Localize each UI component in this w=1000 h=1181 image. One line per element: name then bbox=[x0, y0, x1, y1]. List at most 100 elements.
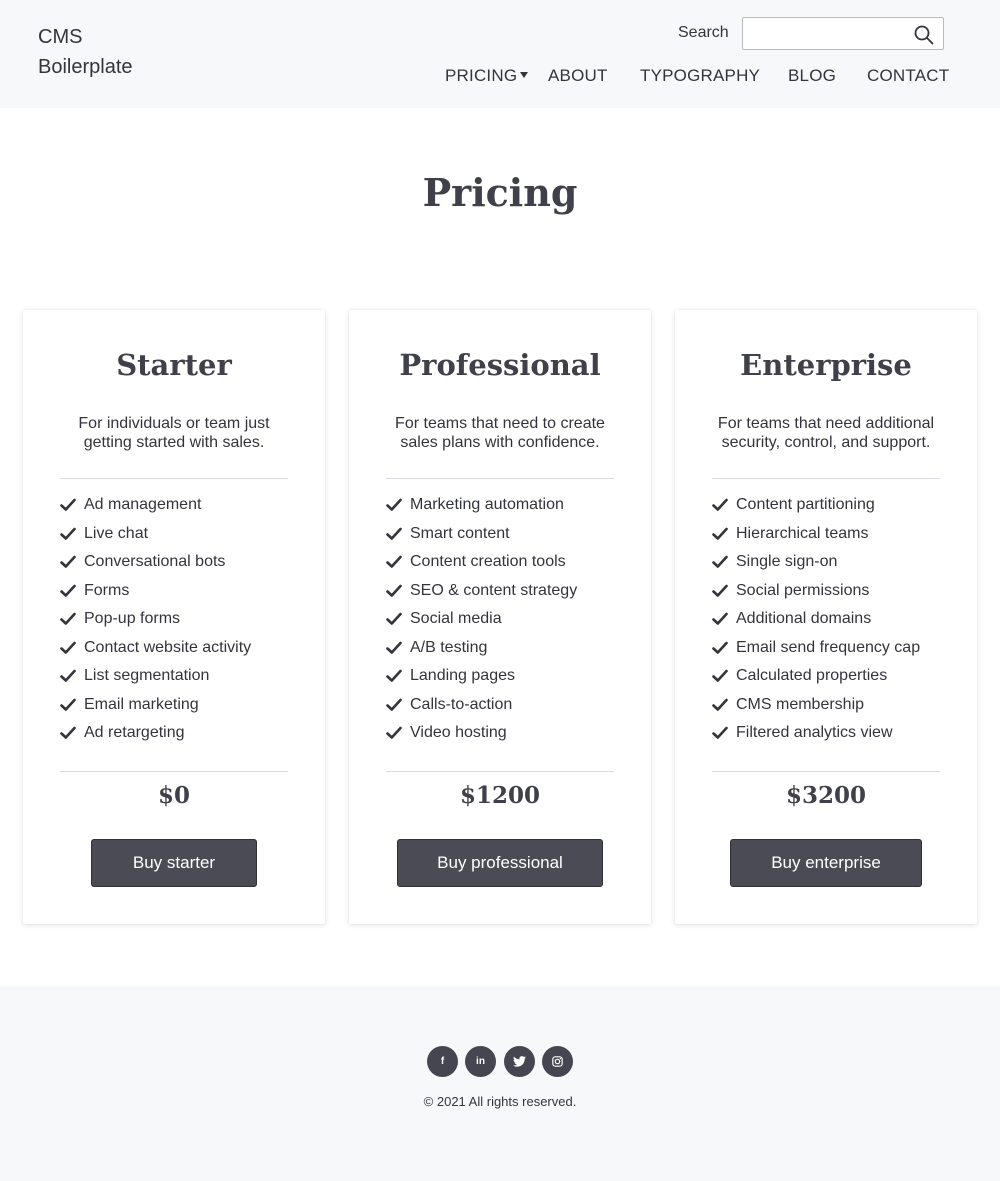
search-box[interactable] bbox=[742, 17, 944, 50]
feature-item: Smart content bbox=[386, 520, 626, 549]
nav-item-pricing[interactable]: PRICING bbox=[445, 66, 529, 86]
search-input[interactable] bbox=[749, 23, 909, 45]
check-icon bbox=[712, 726, 728, 740]
feature-label: CMS membership bbox=[736, 695, 865, 713]
check-icon bbox=[712, 527, 728, 540]
check-icon bbox=[60, 641, 76, 654]
feature-item: Social permissions bbox=[712, 577, 952, 606]
feature-label: Social media bbox=[410, 610, 502, 628]
feature-label: Filtered analytics view bbox=[736, 724, 893, 742]
divider bbox=[712, 771, 940, 772]
divider bbox=[60, 478, 288, 479]
search-label: Search bbox=[678, 24, 729, 41]
plan-card-professional: Professional For teams that need to crea… bbox=[349, 310, 651, 924]
feature-label: Calculated properties bbox=[736, 667, 888, 685]
feature-item: Ad management bbox=[60, 491, 300, 520]
feature-label: Email marketing bbox=[84, 695, 199, 713]
check-icon bbox=[712, 584, 728, 597]
feature-label: Content partitioning bbox=[736, 496, 875, 514]
buy-starter-button[interactable]: Buy starter bbox=[91, 839, 257, 887]
check-icon bbox=[386, 641, 402, 654]
feature-item: A/B testing bbox=[386, 634, 626, 663]
check-icon bbox=[712, 612, 728, 626]
plan-description: For teams that need to create sales plan… bbox=[395, 415, 605, 451]
feature-item: Content partitioning bbox=[712, 491, 952, 520]
divider bbox=[386, 478, 614, 479]
feature-item: Content creation tools bbox=[386, 548, 626, 577]
feature-label: Hierarchical teams bbox=[736, 524, 869, 542]
feature-item: SEO & content strategy bbox=[386, 577, 626, 606]
divider bbox=[386, 771, 614, 772]
feature-label: Live chat bbox=[84, 524, 149, 542]
feature-label: Ad management bbox=[84, 496, 202, 514]
twitter-bird-icon bbox=[513, 1056, 526, 1067]
feature-label: Ad retargeting bbox=[84, 724, 185, 742]
nav-item-label: PRICING bbox=[445, 66, 518, 85]
check-icon bbox=[60, 527, 76, 540]
feature-label: Conversational bots bbox=[84, 553, 226, 571]
plan-title: Enterprise bbox=[740, 348, 912, 382]
feature-item: List segmentation bbox=[60, 662, 300, 691]
buy-enterprise-button[interactable]: Buy enterprise bbox=[730, 839, 922, 887]
nav-item-contact[interactable]: CONTACT bbox=[867, 66, 949, 86]
check-icon bbox=[386, 498, 402, 512]
twitter-icon[interactable] bbox=[504, 1046, 535, 1077]
feature-label: List segmentation bbox=[84, 667, 210, 685]
feature-label: Single sign-on bbox=[736, 553, 838, 571]
plan-description: For teams that need additional security,… bbox=[717, 415, 935, 451]
feature-item: Marketing automation bbox=[386, 491, 626, 520]
feature-item: Email marketing bbox=[60, 691, 300, 720]
feature-label: SEO & content strategy bbox=[410, 581, 578, 599]
plan-card-starter: Starter For individuals or team just get… bbox=[23, 310, 325, 924]
feature-item: Calls-to-action bbox=[386, 691, 626, 720]
feature-item: Email send frequency cap bbox=[712, 634, 952, 663]
feature-label: Forms bbox=[84, 581, 130, 599]
feature-item: Additional domains bbox=[712, 605, 952, 634]
linkedin-icon[interactable]: in bbox=[465, 1046, 496, 1077]
plan-price: $3200 bbox=[785, 782, 867, 809]
linkedin-glyph: in bbox=[476, 1056, 485, 1067]
buy-professional-button[interactable]: Buy professional bbox=[397, 839, 603, 887]
feature-label: Content creation tools bbox=[410, 553, 566, 571]
feature-label: Pop-up forms bbox=[84, 610, 181, 628]
nav-item-blog[interactable]: BLOG bbox=[788, 66, 836, 86]
check-icon bbox=[712, 641, 728, 654]
feature-item: Single sign-on bbox=[712, 548, 952, 577]
feature-item: Landing pages bbox=[386, 662, 626, 691]
site-footer: f in © 2021 All rights reserved. bbox=[0, 986, 1000, 1181]
site-header: CMS Boilerplate Search PRICING ABOUT TYP… bbox=[0, 0, 1000, 108]
facebook-icon[interactable]: f bbox=[427, 1046, 458, 1077]
feature-label: Social permissions bbox=[736, 581, 870, 599]
check-icon bbox=[712, 555, 728, 569]
nav-item-about[interactable]: ABOUT bbox=[548, 66, 608, 86]
feature-item: Live chat bbox=[60, 520, 300, 549]
instagram-icon[interactable] bbox=[542, 1046, 573, 1077]
check-icon bbox=[386, 584, 402, 597]
feature-item: Filtered analytics view bbox=[712, 719, 952, 748]
plan-title: Professional bbox=[399, 348, 601, 382]
check-icon bbox=[386, 612, 402, 626]
check-icon bbox=[60, 612, 76, 626]
plan-price: $1200 bbox=[459, 782, 541, 809]
nav-item-typography[interactable]: TYPOGRAPHY bbox=[640, 66, 760, 86]
check-icon bbox=[386, 698, 402, 711]
check-icon bbox=[60, 698, 76, 711]
check-icon bbox=[712, 498, 728, 512]
feature-label: Additional domains bbox=[736, 610, 872, 628]
feature-item: Video hosting bbox=[386, 719, 626, 748]
feature-item: Ad retargeting bbox=[60, 719, 300, 748]
page-title: Pricing bbox=[422, 170, 578, 215]
plan-title: Starter bbox=[116, 348, 232, 382]
plan-description: For individuals or team just getting sta… bbox=[78, 415, 270, 451]
divider bbox=[60, 771, 288, 772]
plan-card-enterprise: Enterprise For teams that need additiona… bbox=[675, 310, 977, 924]
check-icon bbox=[60, 726, 76, 740]
feature-item: Conversational bots bbox=[60, 548, 300, 577]
check-icon bbox=[386, 527, 402, 540]
feature-label: Calls-to-action bbox=[410, 695, 513, 713]
feature-item: Hierarchical teams bbox=[712, 520, 952, 549]
check-icon bbox=[386, 555, 402, 569]
feature-item: Contact website activity bbox=[60, 634, 300, 663]
search-icon[interactable] bbox=[913, 24, 935, 46]
check-icon bbox=[60, 584, 76, 597]
